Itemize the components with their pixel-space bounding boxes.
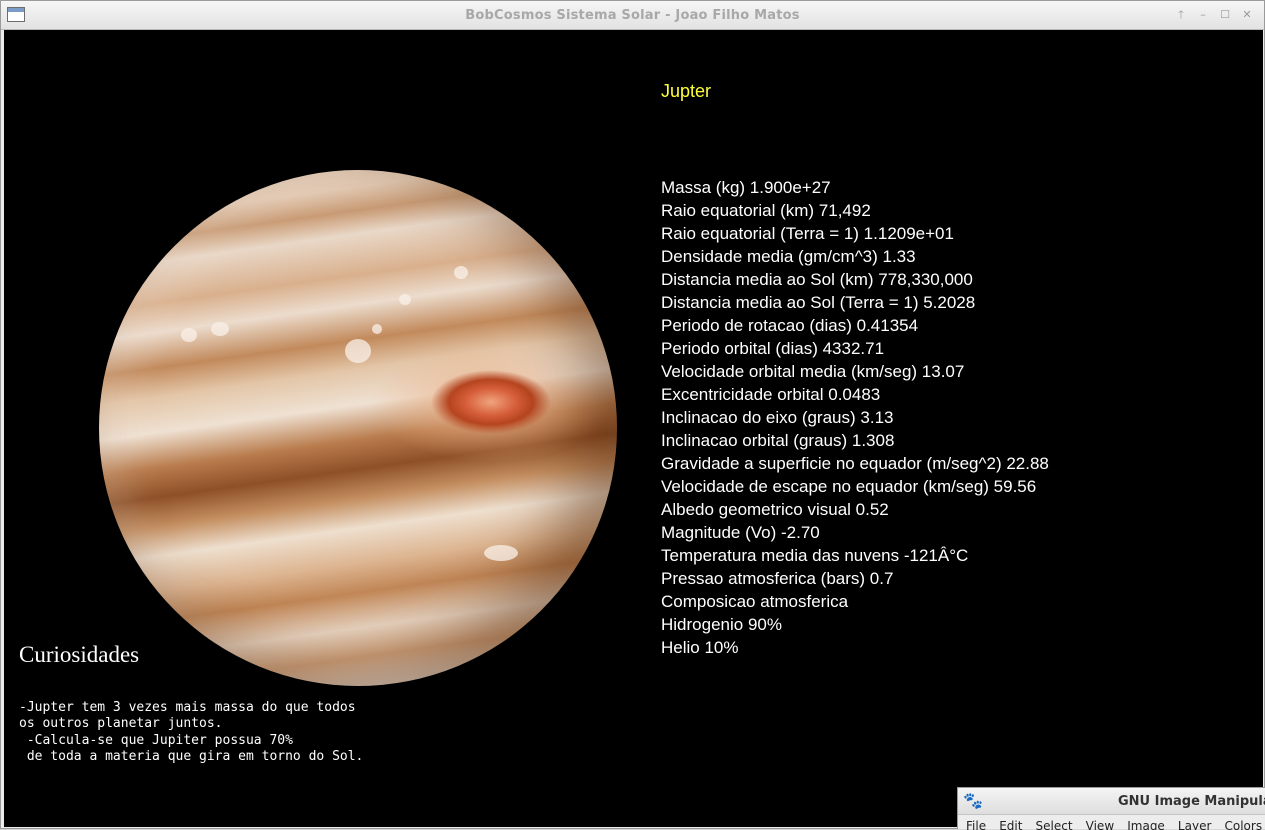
curiosities-title: Curiosidades [19, 642, 140, 667]
stat-escape-velocity: Velocidade de escape no equador (km/seg)… [661, 477, 1037, 496]
gimp-menu-view[interactable]: View [1086, 815, 1114, 830]
stat-mean-density: Densidade media (gm/cm^3) 1.33 [661, 247, 916, 266]
gimp-title-bar[interactable]: 🐾 GNU Image Manipula [958, 788, 1265, 815]
planet-storm-spot [211, 322, 229, 336]
gimp-window-title: GNU Image Manipula [1118, 794, 1265, 809]
stat-atmospheric-pressure: Pressao atmosferica (bars) 0.7 [661, 569, 894, 588]
stat-equatorial-radius-earth: Raio equatorial (Terra = 1) 1.1209e+01 [661, 224, 954, 243]
title-bar[interactable]: BobCosmos Sistema Solar - Joao Filho Mat… [1, 1, 1264, 30]
gimp-menu-colors[interactable]: Colors [1224, 815, 1262, 830]
close-button[interactable]: ✕ [1239, 7, 1255, 23]
curiosities-line: -Calcula-se que Jupiter possua 70% [19, 732, 293, 748]
planet-storm-spot [484, 545, 518, 561]
stat-rotation-period: Periodo de rotacao (dias) 0.41354 [661, 316, 919, 335]
gimp-window[interactable]: 🐾 GNU Image Manipula File Edit Select Vi… [957, 787, 1265, 830]
stat-mean-distance-km: Distancia media ao Sol (km) 778,330,000 [661, 270, 973, 289]
render-canvas[interactable]: Jupter Massa (kg) 1.900e+27 Raio equator… [4, 30, 1263, 827]
stat-orbital-velocity: Velocidade orbital media (km/seg) 13.07 [661, 362, 965, 381]
window-title: BobCosmos Sistema Solar - Joao Filho Mat… [465, 8, 800, 23]
stat-geometric-albedo: Albedo geometrico visual 0.52 [661, 500, 889, 519]
stat-orbital-inclination: Inclinacao orbital (graus) 1.308 [661, 431, 895, 450]
stat-orbital-eccentricity: Excentricidade orbital 0.0483 [661, 385, 881, 404]
planet-storm-spot [181, 328, 197, 342]
stat-helium: Helio 10% [661, 638, 739, 657]
gimp-menu-select[interactable]: Select [1036, 815, 1073, 830]
curiosities-text: -Jupter tem 3 vezes mais massa do que to… [19, 700, 363, 765]
planet-storm-spot [454, 266, 468, 279]
gimp-menu-layer[interactable]: Layer [1178, 815, 1211, 830]
stat-mean-distance-earth: Distancia media ao Sol (Terra = 1) 5.202… [661, 293, 976, 312]
stat-cloud-temperature: Temperatura media das nuvens -121Â°C [661, 546, 969, 565]
gimp-menu-file[interactable]: File [966, 815, 986, 830]
gimp-wilber-icon[interactable]: 🐾 [963, 792, 985, 810]
stat-hydrogen: Hidrogenio 90% [661, 615, 782, 634]
curiosities-line: os outros planetar juntos. [19, 716, 223, 732]
planet-storm-spot [345, 339, 371, 363]
planet-name: Jupter [661, 81, 712, 101]
gimp-menubar: File Edit Select View Image Layer Colors [958, 815, 1265, 830]
app-window: BobCosmos Sistema Solar - Joao Filho Mat… [0, 0, 1265, 829]
stat-equatorial-radius-km: Raio equatorial (km) 71,492 [661, 201, 871, 220]
maximize-button[interactable]: ☐ [1217, 7, 1233, 23]
stat-mass: Massa (kg) 1.900e+27 [661, 178, 831, 197]
minimize-button[interactable]: – [1195, 7, 1211, 23]
gimp-menu-image[interactable]: Image [1127, 815, 1165, 830]
planet-storm-spot [399, 294, 411, 305]
keep-above-button[interactable]: 🡑 [1173, 7, 1189, 23]
curiosities-line: -Jupter tem 3 vezes mais massa do que to… [19, 700, 356, 715]
curiosities-line: de toda a materia que gira em torno do S… [19, 748, 364, 764]
stat-magnitude: Magnitude (Vo) -2.70 [661, 523, 820, 542]
stat-axial-tilt: Inclinacao do eixo (graus) 3.13 [661, 408, 894, 427]
stat-orbital-period: Periodo orbital (dias) 4332.71 [661, 339, 885, 358]
planet-stats-list: Massa (kg) 1.900e+27 Raio equatorial (km… [661, 176, 1049, 659]
stat-surface-gravity: Gravidade a superficie no equador (m/seg… [661, 454, 1049, 473]
jupiter-planet-image [99, 170, 617, 686]
gimp-menu-edit[interactable]: Edit [999, 815, 1022, 830]
planet-storm-spot [372, 324, 382, 334]
stat-atmospheric-composition: Composicao atmosferica [661, 592, 849, 611]
